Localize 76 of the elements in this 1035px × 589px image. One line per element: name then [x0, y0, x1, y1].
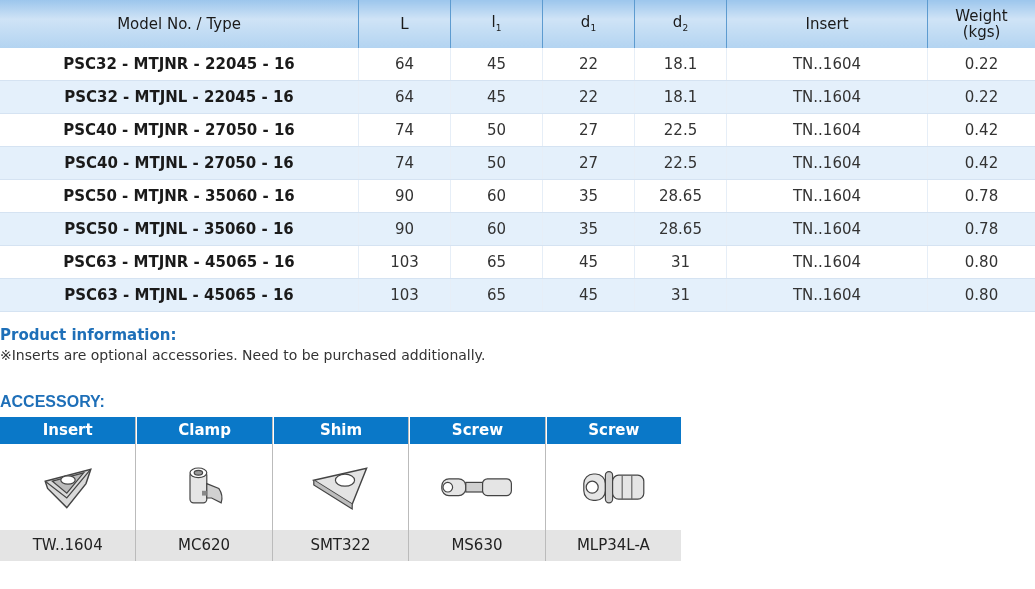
table-cell: PSC32 - MTJNL - 22045 - 16	[0, 80, 359, 114]
table-cell: TN..1604	[726, 245, 928, 279]
table-cell: 50	[450, 146, 543, 180]
column-header: L	[358, 0, 451, 48]
table-cell: 35	[542, 212, 635, 246]
table-cell: TN..1604	[726, 113, 928, 147]
table-cell: PSC63 - MTJNL - 45065 - 16	[0, 278, 359, 312]
table-cell: 31	[634, 278, 727, 312]
column-header: d$_{2}$	[634, 0, 727, 48]
table-cell: 0.42	[927, 146, 1035, 180]
table-cell: 103	[358, 278, 451, 312]
column-header: Shim	[272, 417, 409, 444]
table-cell: 35	[542, 179, 635, 213]
table-cell: 18.1	[634, 48, 727, 81]
table-cell: 45	[450, 48, 543, 81]
table-cell: 0.78	[927, 212, 1035, 246]
table-cell: PSC40 - MTJNR - 27050 - 16	[0, 113, 359, 147]
table-cell: 0.80	[927, 245, 1035, 279]
table-cell: 90	[358, 179, 451, 213]
column-header: Insert	[726, 0, 928, 48]
note-text: ※Inserts are optional accessories. Need to be purchased additionally.	[0, 347, 487, 363]
table-cell: TN..1604	[726, 179, 928, 213]
table-cell: 18.1	[634, 80, 727, 114]
table-cell: SMT322	[272, 530, 409, 561]
column-header: Screw	[409, 417, 545, 444]
table-cell: 60	[450, 179, 543, 213]
table-cell: MLP34L-A	[545, 530, 682, 561]
table-cell: 45	[450, 80, 543, 114]
table-cell: 22.5	[634, 146, 727, 180]
table-cell: 74	[358, 113, 451, 147]
column-header: Clamp	[136, 417, 272, 444]
table-cell: 31	[634, 245, 727, 279]
section-heading: ACCESSORY:	[0, 393, 106, 411]
table-cell: 28.65	[634, 212, 727, 246]
table-cell: TN..1604	[726, 48, 928, 81]
table-cell: 64	[358, 80, 451, 114]
table-cell: 0.80	[927, 278, 1035, 312]
table-cell: 45	[542, 245, 635, 279]
table-cell: 74	[358, 146, 451, 180]
table-cell: 22	[542, 80, 635, 114]
column-header: Screw	[545, 417, 682, 444]
table-cell: 27	[542, 113, 635, 147]
column-header: l$_{1}$	[450, 0, 543, 48]
table-cell: TN..1604	[726, 212, 928, 246]
table-cell: 0.22	[927, 80, 1035, 114]
table-cell: 90	[358, 212, 451, 246]
table-cell: 28.65	[634, 179, 727, 213]
table-cell: 45	[542, 278, 635, 312]
section-heading: Product information:	[0, 326, 178, 344]
table-cell: TN..1604	[726, 278, 928, 312]
table-cell: 60	[450, 212, 543, 246]
column-header: Insert	[0, 417, 136, 444]
table-cell: 22	[542, 48, 635, 81]
table-cell: MC620	[136, 530, 272, 561]
table-cell: PSC63 - MTJNR - 45065 - 16	[0, 245, 359, 279]
table-cell: TN..1604	[726, 80, 928, 114]
table-cell: 103	[358, 245, 451, 279]
column-header: d$_{1}$	[542, 0, 635, 48]
column-header: Weight (kgs)	[927, 0, 1035, 48]
table-cell: MS630	[409, 530, 545, 561]
column-header: Model No. / Type	[0, 0, 359, 48]
table-cell: 64	[358, 48, 451, 81]
table-cell: PSC50 - MTJNR - 35060 - 16	[0, 179, 359, 213]
table-cell: 22.5	[634, 113, 727, 147]
table-cell: TW..1604	[0, 530, 136, 561]
table-cell: 0.78	[927, 179, 1035, 213]
table-cell: PSC40 - MTJNL - 27050 - 16	[0, 146, 359, 180]
table-cell: TN..1604	[726, 146, 928, 180]
table-cell: 0.22	[927, 48, 1035, 81]
table-cell: 65	[450, 278, 543, 312]
table-cell: PSC50 - MTJNL - 35060 - 16	[0, 212, 359, 246]
table-cell: 0.42	[927, 113, 1035, 147]
table-cell: 27	[542, 146, 635, 180]
table-cell: 65	[450, 245, 543, 279]
table-cell: 50	[450, 113, 543, 147]
table-cell: PSC32 - MTJNR - 22045 - 16	[0, 48, 359, 81]
